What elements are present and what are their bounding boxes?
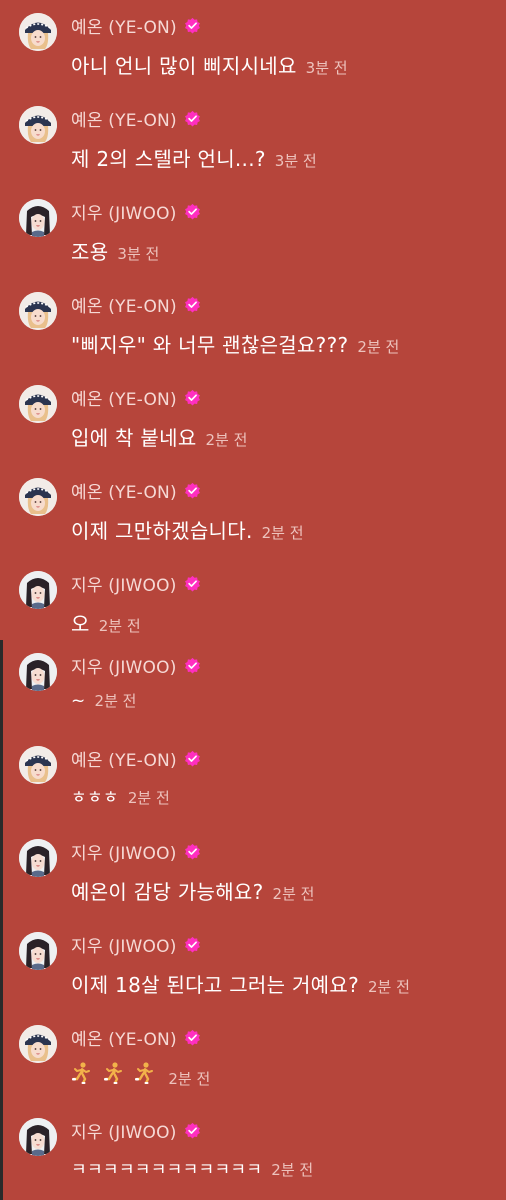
avatar-yeon[interactable] — [19, 13, 57, 51]
avatar-yeon[interactable] — [19, 292, 57, 330]
comment-text — [71, 1062, 159, 1089]
avatar-yeon[interactable] — [19, 385, 57, 423]
comment-text: 이제 18살 된다고 그러는 거예요? — [71, 973, 359, 997]
verified-check-icon — [184, 482, 200, 498]
avatar-jiwoo-icon — [19, 199, 57, 237]
avatar-jiwoo[interactable] — [19, 199, 57, 237]
comment-text: 이제 그만하겠습니다. — [71, 519, 253, 543]
comment-text: ~ — [71, 691, 86, 711]
comment-author[interactable]: 예온 (YE-ON) — [71, 292, 177, 317]
comment-item: 예온 (YE-ON) 입에 착 붙네요 2분 전 — [0, 372, 506, 465]
comment-item: 예온 (YE-ON) ㅎㅎㅎ 2분 전 — [0, 733, 506, 826]
comment-timestamp: 2분 전 — [368, 978, 410, 996]
avatar-jiwoo-icon — [19, 571, 57, 609]
avatar-yeon-icon — [19, 292, 57, 330]
verified-check-icon — [184, 843, 200, 859]
comment-timestamp: 3분 전 — [274, 152, 317, 170]
verified-check-icon — [184, 17, 200, 33]
comment-author[interactable]: 예온 (YE-ON) — [71, 106, 177, 131]
comment-author[interactable]: 예온 (YE-ON) — [71, 478, 177, 503]
comment-timestamp: 2분 전 — [272, 885, 315, 903]
comment-author[interactable]: 지우 (JIWOO) — [71, 653, 177, 678]
avatar-jiwoo-icon — [19, 839, 57, 877]
runner-emoji-icon — [135, 1062, 154, 1084]
comment-text: 조용 — [71, 240, 109, 264]
avatar-yeon[interactable] — [19, 478, 57, 516]
comment-item: 예온 (YE-ON) 이제 그만하겠습니다. 2분 전 — [0, 465, 506, 558]
comment-timestamp: 2분 전 — [271, 1161, 314, 1179]
comment-item: 지우 (JIWOO) ㅋㅋㅋㅋㅋㅋㅋㅋㅋㅋㅋㅋ 2분 전 — [0, 1105, 506, 1198]
comment-author[interactable]: 지우 (JIWOO) — [71, 571, 177, 596]
verified-check-icon — [184, 389, 200, 405]
avatar-yeon-icon — [19, 746, 57, 784]
verified-check-icon — [184, 750, 200, 766]
avatar-jiwoo[interactable] — [19, 839, 57, 877]
comment-text: ㅋㅋㅋㅋㅋㅋㅋㅋㅋㅋㅋㅋ — [71, 1160, 263, 1180]
comment-timestamp: 2분 전 — [168, 1070, 211, 1088]
avatar-yeon[interactable] — [19, 746, 57, 784]
comment-item: 지우 (JIWOO) 조용 3분 전 — [0, 186, 506, 279]
comment-author[interactable]: 지우 (JIWOO) — [71, 1118, 177, 1143]
verified-check-icon — [184, 110, 200, 126]
avatar-jiwoo[interactable] — [19, 571, 57, 609]
runner-emoji-icon — [103, 1062, 122, 1084]
comment-timestamp: 3분 전 — [305, 59, 348, 77]
comment-timestamp: 3분 전 — [117, 245, 160, 263]
comment-item: 예온 (YE-ON) 아니 언니 많이 삐지시네요 3분 전 — [0, 0, 506, 93]
comment-item: 지우 (JIWOO) 예온이 감당 가능해요? 2분 전 — [0, 826, 506, 919]
comment-author[interactable]: 지우 (JIWOO) — [71, 199, 177, 224]
comment-text: ㅎㅎㅎ — [71, 788, 119, 808]
avatar-yeon-icon — [19, 1025, 57, 1063]
comment-author[interactable]: 지우 (JIWOO) — [71, 932, 177, 957]
comment-timestamp: 2분 전 — [261, 524, 304, 542]
avatar-yeon[interactable] — [19, 1025, 57, 1063]
avatar-jiwoo-icon — [19, 932, 57, 970]
comment-item: 예온 (YE-ON) 2분 전 — [0, 1012, 506, 1105]
avatar-jiwoo[interactable] — [19, 932, 57, 970]
comment-timestamp: 2분 전 — [94, 692, 137, 710]
comment-timestamp: 2분 전 — [357, 338, 400, 356]
avatar-jiwoo-icon — [19, 653, 57, 691]
comment-text: "삐지우" 와 너무 괜찮은걸요??? — [71, 333, 349, 357]
verified-check-icon — [184, 296, 200, 312]
verified-check-icon — [184, 936, 200, 952]
comment-text: 입에 착 붙네요 — [71, 426, 197, 450]
avatar-jiwoo[interactable] — [19, 1118, 57, 1156]
comment-author[interactable]: 예온 (YE-ON) — [71, 1025, 177, 1050]
avatar-yeon[interactable] — [19, 106, 57, 144]
comment-item: 지우 (JIWOO) 오 2분 전 — [0, 558, 506, 651]
avatar-yeon-icon — [19, 478, 57, 516]
comment-text: 제 2의 스텔라 언니...? — [71, 147, 266, 171]
comment-text: 오 — [71, 612, 90, 636]
comment-timestamp: 2분 전 — [98, 617, 141, 635]
verified-check-icon — [184, 1029, 200, 1045]
comment-author[interactable]: 지우 (JIWOO) — [71, 839, 177, 864]
verified-check-icon — [184, 657, 200, 673]
comment-text: 예온이 감당 가능해요? — [71, 880, 264, 904]
avatar-yeon-icon — [19, 385, 57, 423]
comment-timestamp: 2분 전 — [127, 789, 170, 807]
avatar-yeon-icon — [19, 106, 57, 144]
avatar-jiwoo-icon — [19, 1118, 57, 1156]
avatar-jiwoo[interactable] — [19, 653, 57, 691]
comment-timestamp: 2분 전 — [205, 431, 248, 449]
comment-item: 지우 (JIWOO) 이제 18살 된다고 그러는 거예요? 2분 전 — [0, 919, 506, 1012]
avatar-yeon-icon — [19, 13, 57, 51]
comment-item: 예온 (YE-ON) 제 2의 스텔라 언니...? 3분 전 — [0, 93, 506, 186]
verified-check-icon — [184, 203, 200, 219]
verified-check-icon — [184, 575, 200, 591]
runner-emoji-icon — [72, 1062, 90, 1084]
comment-author[interactable]: 예온 (YE-ON) — [71, 746, 177, 771]
comment-item: 예온 (YE-ON) "삐지우" 와 너무 괜찮은걸요??? 2분 전 — [0, 279, 506, 372]
comment-text: 아니 언니 많이 삐지시네요 — [71, 54, 297, 78]
comment-author[interactable]: 예온 (YE-ON) — [71, 13, 177, 38]
comment-author[interactable]: 예온 (YE-ON) — [71, 385, 177, 410]
verified-check-icon — [184, 1122, 200, 1138]
comment-item: 지우 (JIWOO) ~ 2분 전 — [0, 640, 506, 733]
